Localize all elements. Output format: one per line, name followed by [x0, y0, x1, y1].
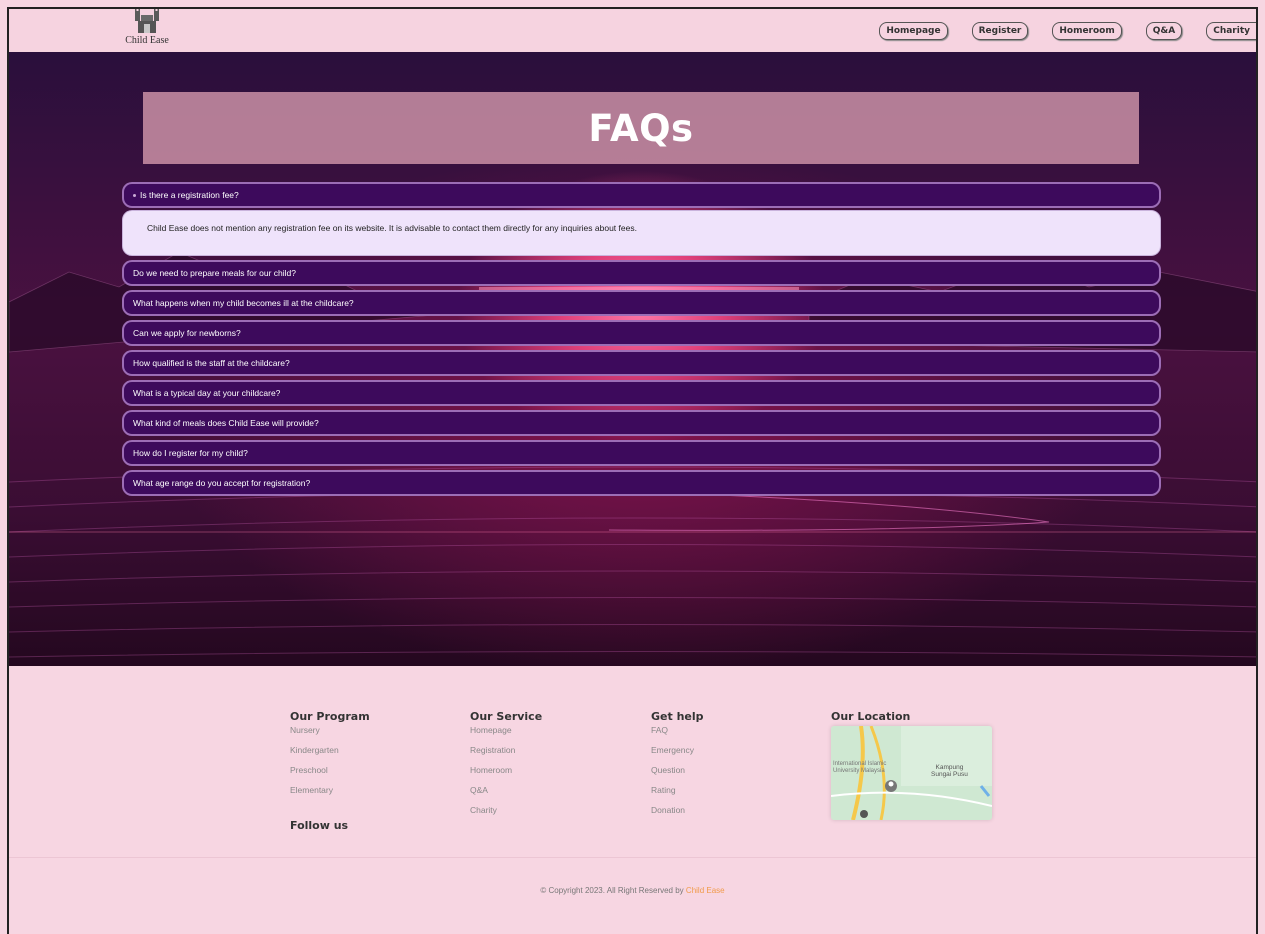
faq-question-text: What age range do you accept for registr… — [133, 478, 311, 488]
logo[interactable]: Child Ease — [119, 9, 175, 46]
map-label-line: University Malaysia — [833, 768, 885, 774]
faq-question-text: Is there a registration fee? — [140, 190, 239, 200]
faq-question-text: What happens when my child becomes ill a… — [133, 298, 354, 308]
footer-link-homeroom[interactable]: Homeroom — [470, 765, 542, 775]
faq-question[interactable]: How do I register for my child? — [122, 440, 1161, 466]
nav-homeroom[interactable]: Homeroom — [1052, 22, 1122, 40]
faq-question[interactable]: What is a typical day at your childcare? — [122, 380, 1161, 406]
faq-question[interactable]: Do we need to prepare meals for our chil… — [122, 260, 1161, 286]
footer-link-emergency[interactable]: Emergency — [651, 745, 704, 755]
footer-service: Our Service Homepage Registration Homero… — [470, 710, 542, 825]
faq-question-text: What kind of meals does Child Ease will … — [133, 418, 319, 428]
footer-link-donation[interactable]: Donation — [651, 805, 704, 815]
footer-link-nursery[interactable]: Nursery — [290, 725, 370, 735]
footer-link-rating[interactable]: Rating — [651, 785, 704, 795]
faq-question-open[interactable]: Is there a registration fee? — [122, 182, 1161, 208]
nav-register[interactable]: Register — [971, 22, 1029, 40]
faq-answer: Child Ease does not mention any registra… — [122, 210, 1161, 256]
footer-link-registration[interactable]: Registration — [470, 745, 542, 755]
main-nav: Homepage Register Homeroom Q&A Charity — [879, 22, 1256, 40]
logo-text: Child Ease — [125, 35, 169, 46]
footer-link-faq[interactable]: FAQ — [651, 725, 704, 735]
map-label-line: Kampung — [935, 764, 964, 771]
faq-question[interactable]: What age range do you accept for registr… — [122, 470, 1161, 496]
nav-qa[interactable]: Q&A — [1145, 22, 1183, 40]
copyright-text: © Copyright 2023. All Right Reserved by — [540, 886, 684, 895]
footer-divider — [9, 857, 1256, 858]
footer-location-title: Our Location — [831, 710, 911, 723]
copyright: © Copyright 2023. All Right Reserved by … — [9, 886, 1256, 895]
faq-question[interactable]: What kind of meals does Child Ease will … — [122, 410, 1161, 436]
footer-link-question[interactable]: Question — [651, 765, 704, 775]
faq-list: Is there a registration fee? Child Ease … — [122, 182, 1161, 500]
footer-link-kindergarten[interactable]: Kindergarten — [290, 745, 370, 755]
footer-link-homepage[interactable]: Homepage — [470, 725, 542, 735]
site-header: Child Ease Homepage Register Homeroom Q&… — [9, 9, 1256, 52]
faq-question[interactable]: Can we apply for newborns? — [122, 320, 1161, 346]
copyright-brand-link[interactable]: Child Ease — [686, 886, 725, 895]
site-footer: Our Program Nursery Kindergarten Prescho… — [9, 666, 1256, 934]
faq-question-text: How do I register for my child? — [133, 448, 248, 458]
follow-us-title: Follow us — [290, 819, 349, 832]
map-label-university: International Islamic University Malaysi… — [833, 761, 886, 775]
faq-question-text: How qualified is the staff at the childc… — [133, 358, 290, 368]
faq-question-text: Do we need to prepare meals for our chil… — [133, 268, 297, 278]
footer-link-elementary[interactable]: Elementary — [290, 785, 370, 795]
footer-location: Our Location — [831, 710, 910, 725]
castle-logo-icon — [135, 9, 159, 33]
location-map[interactable]: International Islamic University Malaysi… — [831, 726, 992, 820]
faq-question[interactable]: How qualified is the staff at the childc… — [122, 350, 1161, 376]
faq-question-text: Can we apply for newborns? — [133, 328, 241, 338]
page-frame: Child Ease Homepage Register Homeroom Q&… — [7, 7, 1258, 934]
footer-link-preschool[interactable]: Preschool — [290, 765, 370, 775]
footer-help: Get help FAQ Emergency Question Rating D… — [651, 710, 704, 825]
map-label-kampung: Kampung Sungai Pusu — [931, 764, 968, 778]
faq-question-text: What is a typical day at your childcare? — [133, 388, 281, 398]
nav-homepage[interactable]: Homepage — [879, 22, 948, 40]
faq-title-box: FAQs — [143, 92, 1139, 164]
bullet-icon — [133, 193, 136, 197]
footer-service-title: Our Service — [470, 710, 543, 723]
nav-charity[interactable]: Charity — [1206, 22, 1256, 40]
footer-program: Our Program Nursery Kindergarten Prescho… — [290, 710, 370, 805]
footer-program-title: Our Program — [290, 710, 370, 723]
footer-link-qa[interactable]: Q&A — [470, 785, 542, 795]
footer-help-title: Get help — [651, 710, 704, 723]
faq-question[interactable]: What happens when my child becomes ill a… — [122, 290, 1161, 316]
page-title: FAQs — [588, 106, 694, 150]
map-label-line: International Islamic — [833, 761, 887, 767]
map-label-line: Sungai Pusu — [931, 771, 968, 778]
footer-link-charity[interactable]: Charity — [470, 805, 542, 815]
hero-section: FAQs Is there a registration fee? Child … — [9, 52, 1256, 666]
